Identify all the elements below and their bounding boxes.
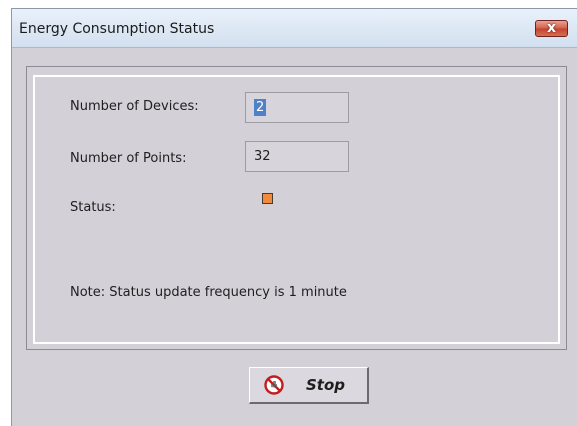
close-button[interactable]: x [535, 20, 568, 37]
stop-button[interactable]: Stop [249, 367, 369, 404]
devices-field[interactable]: 2 [245, 92, 349, 123]
points-label: Number of Points: [70, 151, 187, 166]
close-icon: x [546, 20, 557, 36]
points-value: 32 [254, 149, 271, 164]
status-label: Status: [70, 200, 116, 215]
window-title: Energy Consumption Status [19, 21, 215, 37]
points-field[interactable]: 32 [245, 141, 349, 172]
stop-button-label: Stop [306, 376, 346, 394]
devices-label: Number of Devices: [70, 99, 199, 114]
title-bar: Energy Consumption Status x [12, 9, 577, 48]
no-entry-icon [264, 375, 284, 395]
devices-value: 2 [254, 99, 267, 116]
status-indicator-icon [262, 193, 273, 204]
status-note: Note: Status update frequency is 1 minut… [70, 285, 347, 300]
